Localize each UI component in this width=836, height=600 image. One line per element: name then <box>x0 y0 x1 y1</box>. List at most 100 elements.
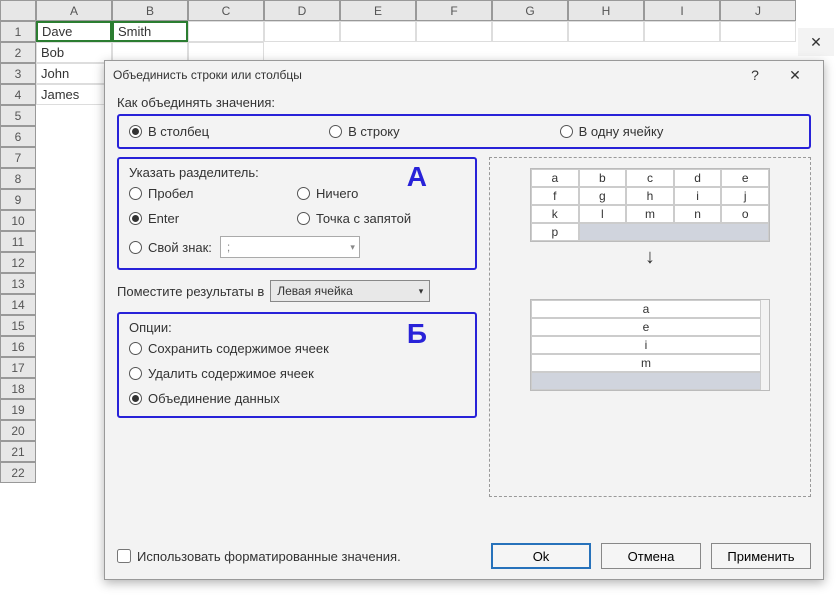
radio-sep-custom[interactable]: Свой знак: <box>129 240 212 255</box>
row-header-9[interactable]: 9 <box>0 189 36 210</box>
radio-label: Свой знак: <box>148 240 212 255</box>
preview-result-cell <box>531 372 761 390</box>
row-header-10[interactable]: 10 <box>0 210 36 231</box>
row-header-6[interactable]: 6 <box>0 126 36 147</box>
cell[interactable] <box>264 21 340 42</box>
radio-icon <box>129 212 142 225</box>
col-header-B[interactable]: B <box>112 0 188 21</box>
dialog-title: Объединисть строки или столбцы <box>113 68 735 82</box>
cell[interactable] <box>644 21 720 42</box>
radio-opt-merge[interactable]: Объединение данных <box>129 391 465 406</box>
radio-label: В строку <box>348 124 400 139</box>
dialog-titlebar: Объединисть строки или столбцы ? ✕ <box>105 61 823 89</box>
col-header-G[interactable]: G <box>492 0 568 21</box>
row-header-20[interactable]: 20 <box>0 420 36 441</box>
radio-into-cell[interactable]: В одну ячейку <box>560 124 664 139</box>
radio-into-row[interactable]: В строку <box>329 124 400 139</box>
row-header-18[interactable]: 18 <box>0 378 36 399</box>
radio-sep-semicolon[interactable]: Точка с запятой <box>297 211 465 226</box>
preview-result-cell: i <box>531 336 761 354</box>
close-icon[interactable]: ✕ <box>798 28 834 56</box>
row-header-21[interactable]: 21 <box>0 441 36 462</box>
checkbox-icon[interactable] <box>117 549 131 563</box>
row-header-17[interactable]: 17 <box>0 357 36 378</box>
row-header-16[interactable]: 16 <box>0 336 36 357</box>
radio-sep-nothing[interactable]: Ничего <box>297 186 465 201</box>
preview-cell: c <box>626 169 674 187</box>
row-header-1[interactable]: 1 <box>0 21 36 42</box>
row-header-22[interactable]: 22 <box>0 462 36 483</box>
cell[interactable] <box>340 21 416 42</box>
radio-sep-space[interactable]: Пробел <box>129 186 297 201</box>
preview-cell: e <box>721 169 769 187</box>
preview-panel: a b c d e f g h i j <box>489 157 811 497</box>
col-header-J[interactable]: J <box>720 0 796 21</box>
radio-opt-delete[interactable]: Удалить содержимое ячеек <box>129 366 465 381</box>
preview-cell: p <box>531 223 579 241</box>
select-all-corner[interactable] <box>0 0 36 21</box>
radio-icon <box>297 187 310 200</box>
preview-cell <box>579 223 769 241</box>
row-header-15[interactable]: 15 <box>0 315 36 336</box>
row-header-4[interactable]: 4 <box>0 84 36 105</box>
preview-cell: o <box>721 205 769 223</box>
col-header-I[interactable]: I <box>644 0 720 21</box>
cell[interactable] <box>720 21 796 42</box>
col-header-C[interactable]: C <box>188 0 264 21</box>
formatted-values-checkbox[interactable]: Использовать форматированные значения. <box>117 549 481 564</box>
chevron-down-icon: ▾ <box>419 286 424 297</box>
row-header-14[interactable]: 14 <box>0 294 36 315</box>
col-header-E[interactable]: E <box>340 0 416 21</box>
cell-A1[interactable]: Dave <box>36 21 112 42</box>
cell-A3[interactable]: John <box>36 63 112 84</box>
radio-icon <box>129 342 142 355</box>
radio-label: Объединение данных <box>148 391 280 406</box>
preview-cell: d <box>674 169 722 187</box>
preview-cell: i <box>674 187 722 205</box>
radio-icon <box>129 241 142 254</box>
custom-separator-input[interactable]: ; ▾ <box>220 236 360 258</box>
cell-B1[interactable]: Smith <box>112 21 188 42</box>
row-header-12[interactable]: 12 <box>0 252 36 273</box>
radio-label: В столбец <box>148 124 209 139</box>
annotation-b: Б <box>407 318 427 350</box>
place-label: Поместите результаты в <box>117 284 264 299</box>
merge-dialog: Объединисть строки или столбцы ? ✕ Как о… <box>104 60 824 580</box>
cell[interactable] <box>492 21 568 42</box>
radio-sep-enter[interactable]: Enter <box>129 211 297 226</box>
col-header-H[interactable]: H <box>568 0 644 21</box>
col-header-A[interactable]: A <box>36 0 112 21</box>
help-button[interactable]: ? <box>735 67 775 83</box>
apply-button[interactable]: Применить <box>711 543 811 569</box>
radio-into-column[interactable]: В столбец <box>129 124 209 139</box>
options-group: Опции: Б Сохранить содержимое ячеек Удал… <box>117 312 477 418</box>
close-button[interactable]: ✕ <box>775 67 815 84</box>
separator-group: Указать разделитель: А Пробел Ничего <box>117 157 477 270</box>
col-header-F[interactable]: F <box>416 0 492 21</box>
row-header-5[interactable]: 5 <box>0 105 36 126</box>
radio-icon <box>129 367 142 380</box>
radio-label: Ничего <box>316 186 358 201</box>
col-header-D[interactable]: D <box>264 0 340 21</box>
cell-A4[interactable]: James <box>36 84 112 105</box>
row-header-19[interactable]: 19 <box>0 399 36 420</box>
row-header-3[interactable]: 3 <box>0 63 36 84</box>
radio-icon <box>329 125 342 138</box>
cell[interactable] <box>416 21 492 42</box>
row-header-2[interactable]: 2 <box>0 42 36 63</box>
cell[interactable] <box>188 21 264 42</box>
row-header-13[interactable]: 13 <box>0 273 36 294</box>
cell-A2[interactable]: Bob <box>36 42 112 63</box>
row-header-8[interactable]: 8 <box>0 168 36 189</box>
row-header-11[interactable]: 11 <box>0 231 36 252</box>
cell[interactable] <box>568 21 644 42</box>
preview-source-table: a b c d e f g h i j <box>530 168 770 242</box>
arrow-down-icon: ↓ <box>500 246 800 269</box>
preview-cell: l <box>579 205 627 223</box>
preview-cell: f <box>531 187 579 205</box>
radio-label: Сохранить содержимое ячеек <box>148 341 329 356</box>
place-dropdown[interactable]: Левая ячейка ▾ <box>270 280 430 302</box>
row-header-7[interactable]: 7 <box>0 147 36 168</box>
cancel-button[interactable]: Отмена <box>601 543 701 569</box>
ok-button[interactable]: Ok <box>491 543 591 569</box>
